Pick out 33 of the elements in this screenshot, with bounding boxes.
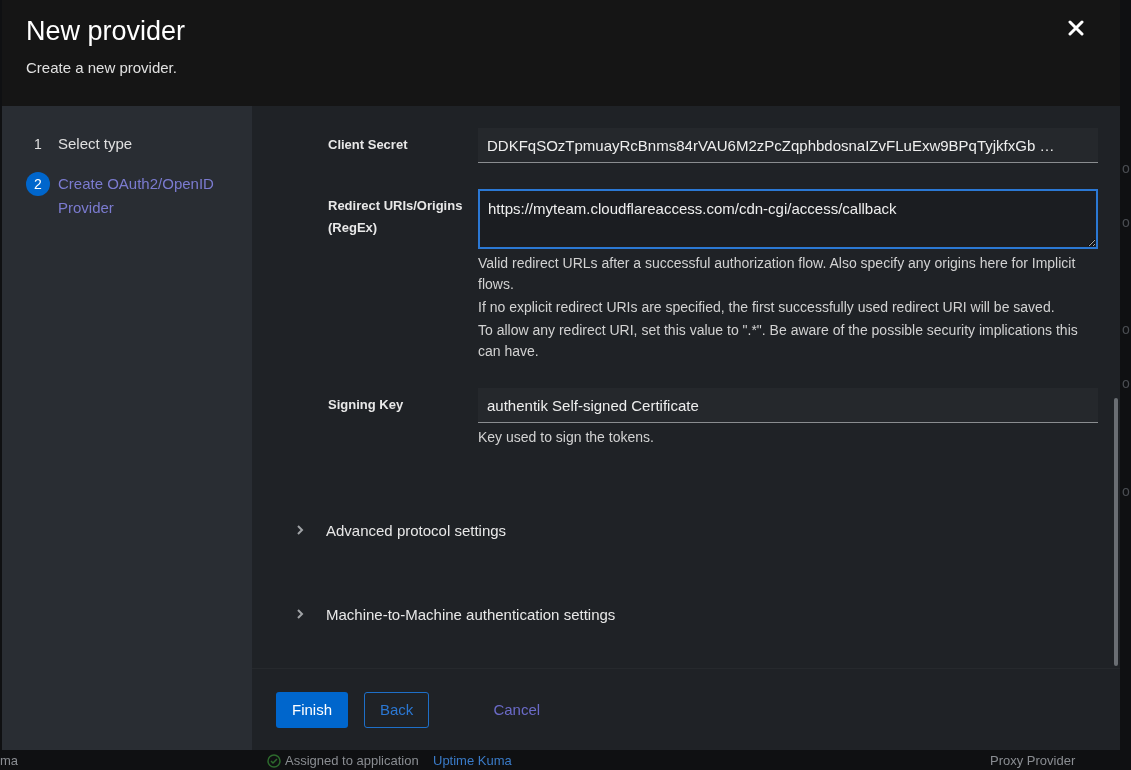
cancel-link[interactable]: Cancel [477,691,557,728]
status-text: Assigned to application [285,753,419,768]
footer-button[interactable]: Back [364,691,430,728]
application-link[interactable]: Uptime Kuma [433,753,512,768]
field-label: Signing Key [328,396,405,414]
helper-text: Valid redirect URLs after a successful authorization flow. Also specify any origins here for Implicit flows. [478,254,1077,294]
provider-type: Proxy Provider [990,753,1076,768]
field-label: Redirect URIs/Origins (RegEx) [328,197,464,237]
footer-button[interactable]: Finish [276,691,348,728]
modal-subtitle: Create a new provider. [26,59,178,76]
background-text: o [1122,214,1130,230]
redirect-uris-field[interactable]: https://myteam.cloudflareaccess.com/cdn-cgi/access/callback [478,189,1098,249]
step-number: 2 [26,172,50,196]
background-text: o [1122,483,1130,499]
step-link[interactable]: Select type [58,132,133,156]
background-text: ma [0,753,19,768]
scrollbar-thumb[interactable] [1114,398,1118,666]
expandable-section[interactable]: Advanced protocol settings [295,518,1120,542]
background-text: o [1122,160,1130,176]
close-icon[interactable] [1068,20,1084,36]
helper-text: If no explicit redirect URIs are specified, the first successfully used redirect URI will be saved. [478,298,1056,317]
step-link[interactable]: Create OAuth2/OpenID Provider [58,172,232,220]
field-label: Client Secret [328,136,409,154]
text-field[interactable]: authentik Self-signed Certificate [478,388,1098,423]
helper-text: Key used to sign the tokens. [478,428,655,447]
check-circle-icon [267,754,281,768]
expandable-section[interactable]: Machine-to-Machine authentication settings [295,602,1120,626]
helper-text: To allow any redirect URI, set this value to ".*". Be aware of the possible security implications this can have. [478,321,1079,361]
text-field[interactable]: DDKFqSOzTpmuayRcBnms84rVAU6M2zPcZqphbdosnaIZvFLuExw9BPqTyjkfxGb … [478,128,1098,163]
background-text: o [1122,321,1130,337]
background-text: o [1122,375,1130,391]
modal-title: New provider [26,16,186,47]
step-number: 1 [33,135,43,154]
